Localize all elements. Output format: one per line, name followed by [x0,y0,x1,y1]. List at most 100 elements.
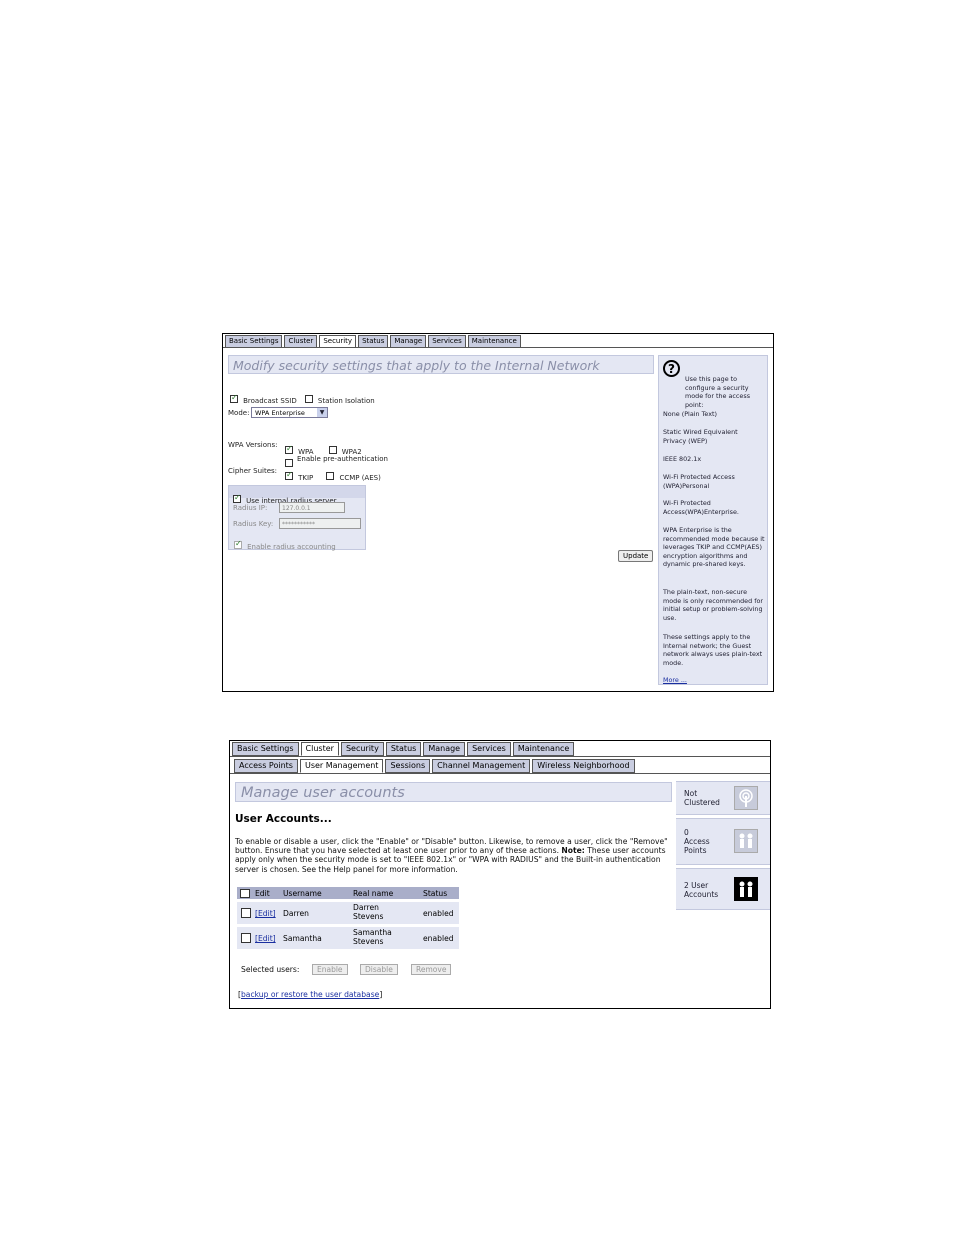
help-wpa-enterprise-note: WPA Enterprise is the recommended mode b… [663,526,765,569]
help-item-plain: None (Plain Text) [663,410,718,418]
page-title: Modify security settings that apply to t… [228,355,654,374]
enable-button[interactable]: Enable [312,964,348,975]
tab-manage[interactable]: Manage [423,742,466,756]
realname-cell-first: Samantha [353,928,392,937]
subtab-channel-management[interactable]: Channel Management [432,759,531,773]
backup-restore-link[interactable]: backup or restore the user database [241,990,379,999]
subtab-access-points[interactable]: Access Points [234,759,298,773]
backup-link-row: [backup or restore the user database] [238,990,382,999]
tab-services[interactable]: Services [467,742,511,756]
update-button[interactable]: Update [618,550,654,562]
chevron-down-icon: ▼ [317,408,327,417]
remove-button[interactable]: Remove [411,964,452,975]
broadcast-ssid-checkbox[interactable] [230,393,238,403]
header-edit: Edit [255,889,270,898]
ccmp-checkbox[interactable] [326,471,335,480]
access-points-panel[interactable]: 0 Access Points [676,818,770,865]
edit-link[interactable]: [Edit] [255,909,276,918]
note-label: Note: [561,846,585,856]
header-username: Username [283,889,322,898]
tab-divider [230,756,770,757]
subtab-wireless-neighborhood[interactable]: Wireless Neighborhood [532,759,635,773]
broadcast-ssid-row: Broadcast SSID Station Isolation [230,388,375,407]
page-title: Manage user accounts [235,782,672,802]
access-points-text: 0 Access Points [684,828,710,855]
station-isolation-checkbox[interactable] [304,394,313,403]
wpa-versions-label: WPA Versions: [228,441,278,449]
sub-tabs: Access Points User Management Sessions C… [234,759,637,773]
selected-users-label: Selected users: [241,965,300,974]
row-checkbox[interactable] [241,908,251,918]
radius-accounting-row: Enable radius accounting [234,534,336,553]
ccmp-label: CCMP (AES) [339,474,381,482]
username-cell: Samantha [283,934,322,943]
user-table: Edit Username Real name Status [Edit] Da… [237,887,459,949]
tab-status[interactable]: Status [385,742,422,756]
preauth-label: Enable pre-authentication [297,455,388,463]
use-radius-checkbox[interactable] [233,493,241,503]
table-row: [Edit] Samantha Samantha Stevens enabled [237,927,459,949]
access-points-people-icon [734,829,758,853]
subtab-user-management[interactable]: User Management [299,759,384,773]
help-plaintext-note: The plain-text, non-secure mode is only … [663,588,763,622]
cluster-antenna-icon [734,786,758,810]
user-accounts-line-2: Accounts [684,890,719,899]
username-cell: Darren [283,909,309,918]
tab-security[interactable]: Security [340,742,384,756]
user-accounts-people-icon [734,877,758,901]
cluster-status-line-1: Not [684,789,698,798]
help-more-link[interactable]: More ... [663,676,767,685]
subtab-sessions[interactable]: Sessions [385,759,431,773]
tab-cluster[interactable]: Cluster [300,742,339,756]
cipher-row: TKIP CCMP (AES) [285,465,381,484]
user-accounts-panel[interactable]: 2 User Accounts [676,868,770,910]
station-isolation-label: Station Isolation [317,397,375,405]
tkip-label: TKIP [298,474,314,482]
table-row: [Edit] Darren Darren Stevens enabled [237,902,459,924]
cluster-status-line-2: Clustered [684,798,720,807]
mode-select[interactable]: WPA Enterprise ▼ [251,407,328,418]
tab-basic-settings[interactable]: Basic Settings [232,742,299,756]
help-item-wpa-personal: Wi-Fi Protected Access (WPA)Personal [663,473,735,490]
tkip-checkbox[interactable] [285,470,293,480]
access-points-line-2: Access [684,837,710,846]
radius-settings-box: Use internal radius server Radius IP: 12… [228,485,366,553]
header-status: Status [423,889,448,898]
mode-value: WPA Enterprise [255,409,305,417]
help-item-wep: Static Wired Equivalent Privacy (WEP) [663,428,738,445]
edit-link[interactable]: [Edit] [255,934,276,943]
select-all-checkbox[interactable] [240,889,250,898]
instructions-block: To enable or disable a user, click the "… [235,837,669,874]
user-accounts-text: 2 User Accounts [684,881,718,899]
help-item-8021x: IEEE 802.1x [663,455,702,463]
broadcast-ssid-label: Broadcast SSID [243,397,297,405]
cipher-suites-label: Cipher Suites: [228,467,278,475]
subtab-divider [230,773,770,774]
row-checkbox[interactable] [241,933,251,943]
user-accounts-count: 2 User [684,881,709,890]
header-real-name: Real name [353,889,394,898]
help-question-icon: ? [663,360,680,377]
radius-accounting-checkbox[interactable] [234,539,242,549]
main-tabs: Basic Settings Cluster Security Status M… [232,742,576,756]
access-points-line-3: Points [684,846,707,855]
backup-bracket-close: ] [379,990,383,999]
help-item-wpa-enterprise: Wi-Fi Protected Access(WPA)Enterprise. [663,499,739,516]
radius-accounting-label: Enable radius accounting [247,543,336,551]
realname-cell-last: Stevens [353,912,384,921]
radius-ip-input[interactable]: 127.0.0.1 [279,502,345,513]
table-header: Edit Username Real name Status [237,887,459,899]
realname-cell-last: Stevens [353,937,384,946]
help-internal-note: These settings apply to the Internal net… [663,633,763,667]
cluster-status-panel[interactable]: Not Clustered [676,781,770,815]
security-settings-screenshot: Basic Settings Cluster Security Status M… [222,333,774,692]
tab-divider [223,347,773,348]
cluster-status-text: Not Clustered [684,789,720,807]
wpa2-checkbox[interactable] [328,445,337,454]
radius-key-label: Radius Key: [233,520,274,528]
tab-maintenance[interactable]: Maintenance [512,742,575,756]
radius-key-input[interactable]: *********** [279,518,361,529]
disable-button[interactable]: Disable [360,964,398,975]
help-intro: Use this page to configure a security mo… [685,375,751,409]
access-points-count: 0 [684,828,689,837]
